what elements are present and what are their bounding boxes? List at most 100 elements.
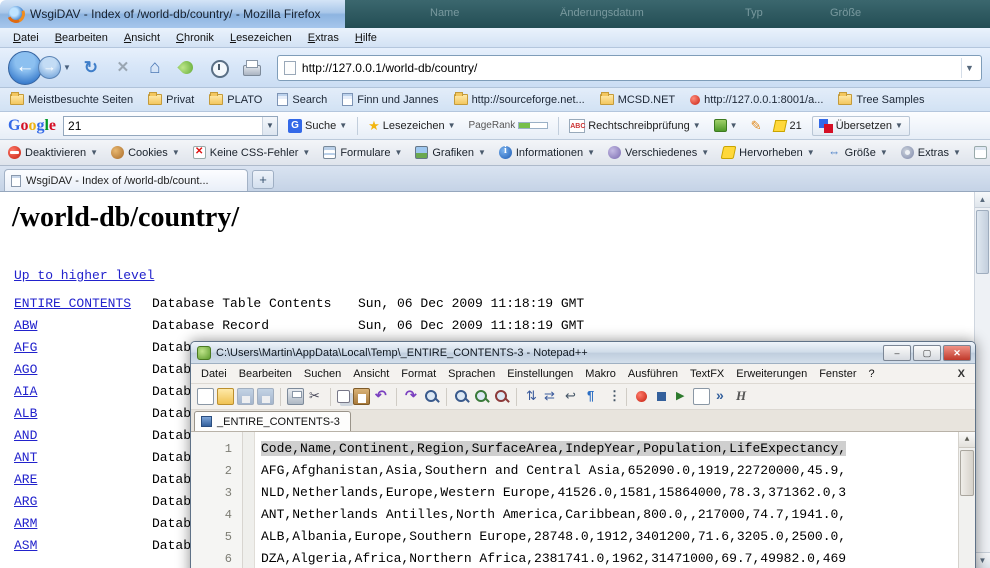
sync-v-icon[interactable]: [523, 388, 540, 405]
record-macro-icon[interactable]: [633, 388, 650, 405]
edit-button[interactable]: ✎: [748, 116, 765, 136]
npp-menu-einstellungen[interactable]: Einstellungen: [501, 366, 579, 382]
npp-menu-help[interactable]: ?: [862, 366, 880, 382]
menu-datei[interactable]: Datei: [6, 30, 46, 46]
editor-text-area[interactable]: Code,Name,Continent,Region,SurfaceArea,I…: [255, 432, 975, 568]
entry-link[interactable]: AGO: [14, 362, 37, 377]
bookmark-finn-und-jannes[interactable]: Finn und Jannes: [342, 93, 438, 106]
location-bar[interactable]: ▼: [277, 55, 982, 81]
redo-icon[interactable]: [403, 388, 420, 405]
tab-wsgidav[interactable]: WsgiDAV - Index of /world-db/count...: [4, 169, 248, 191]
zoom-out-icon[interactable]: [493, 388, 510, 405]
npp-menu-bearbeiten[interactable]: Bearbeiten: [233, 366, 298, 382]
npp-menu-textfx[interactable]: TextFX: [684, 366, 730, 382]
entry-link[interactable]: AIA: [14, 384, 37, 399]
entry-link[interactable]: ARG: [14, 494, 37, 509]
close-button[interactable]: ✕: [943, 345, 971, 361]
bookmark-search[interactable]: Search: [277, 93, 327, 106]
google-search-button[interactable]: GSuche▼: [285, 117, 350, 135]
browser-scrollbar[interactable]: ▲ ▼: [974, 192, 990, 568]
webdev-informationen[interactable]: Informationen▼: [499, 146, 595, 159]
play-macro-icon[interactable]: [673, 388, 690, 405]
stop-icon[interactable]: ✕: [112, 57, 134, 79]
open-folder-icon[interactable]: [217, 388, 234, 405]
menu-extras[interactable]: Extras: [301, 30, 346, 46]
npp-menu-fenster[interactable]: Fenster: [813, 366, 862, 382]
menu-lesezeichen[interactable]: Lesezeichen: [223, 30, 299, 46]
new-file-icon[interactable]: [197, 388, 214, 405]
webdev-quelltext[interactable]: Quelltext: [974, 146, 990, 159]
npp-menu-datei[interactable]: Datei: [195, 366, 233, 382]
entry-link[interactable]: ABW: [14, 318, 37, 333]
npp-menu-suchen[interactable]: Suchen: [298, 366, 347, 382]
copy-icon[interactable]: [337, 390, 350, 403]
paste-icon[interactable]: [353, 388, 370, 405]
google-bookmarks-button[interactable]: ★Lesezeichen▼: [365, 116, 458, 136]
bookmark-mcsd[interactable]: MCSD.NET: [600, 94, 675, 106]
npp-menu-ansicht[interactable]: Ansicht: [347, 366, 395, 382]
maximize-button[interactable]: ▢: [913, 345, 941, 361]
webdev-css-fehler[interactable]: Keine CSS-Fehler▼: [193, 146, 311, 159]
word-wrap-icon[interactable]: [563, 388, 580, 405]
sync-h-icon[interactable]: [543, 388, 560, 405]
npp-menu-makro[interactable]: Makro: [579, 366, 622, 382]
stop-macro-icon[interactable]: [653, 388, 670, 405]
entry-link[interactable]: ENTIRE CONTENTS: [14, 296, 131, 311]
pagerank-widget[interactable]: PageRank: [466, 118, 552, 133]
scroll-up-icon[interactable]: ▲: [975, 192, 990, 208]
entry-link[interactable]: ALB: [14, 406, 37, 421]
find-replace-icon[interactable]: [453, 388, 470, 405]
google-search-input[interactable]: [64, 119, 262, 133]
undo-icon[interactable]: [373, 388, 390, 405]
find-icon[interactable]: [423, 388, 440, 405]
webdev-cookies[interactable]: Cookies▼: [111, 146, 180, 159]
npp-menu-sprachen[interactable]: Sprachen: [442, 366, 501, 382]
autofill-button[interactable]: ▼: [711, 117, 741, 134]
green-addon-icon[interactable]: [176, 57, 198, 79]
run-multiple-icon[interactable]: [713, 388, 730, 405]
entry-link[interactable]: AND: [14, 428, 37, 443]
webdev-grafiken[interactable]: Grafiken▼: [415, 146, 486, 159]
save-macro-icon[interactable]: [693, 388, 710, 405]
webdev-verschiedenes[interactable]: Verschiedenes▼: [608, 146, 709, 159]
zoom-in-icon[interactable]: [473, 388, 490, 405]
menu-ansicht[interactable]: Ansicht: [117, 30, 167, 46]
entry-link[interactable]: ARM: [14, 516, 37, 531]
new-tab-button[interactable]: +: [252, 170, 274, 189]
document-tab[interactable]: _ENTIRE_CONTENTS-3: [194, 411, 351, 431]
back-button[interactable]: [8, 51, 42, 85]
firefox-titlebar[interactable]: WsgiDAV - Index of /world-db/country/ - …: [0, 0, 345, 28]
translate-button[interactable]: Übersetzen▼: [812, 116, 910, 136]
menu-bearbeiten[interactable]: Bearbeiten: [48, 30, 115, 46]
editor-scrollbar[interactable]: ▲: [958, 432, 975, 568]
webdev-deaktivieren[interactable]: Deaktivieren▼: [8, 146, 98, 159]
cut-icon[interactable]: [307, 388, 324, 405]
npp-menu-ausfuehren[interactable]: Ausführen: [622, 366, 684, 382]
notepad-editor[interactable]: 1 2 3 4 5 6 Code,Name,Continent,Region,S…: [191, 432, 975, 568]
bookmark-sourceforge[interactable]: http://sourceforge.net...: [454, 94, 585, 106]
find-term-button[interactable]: 21: [771, 118, 804, 134]
print-icon[interactable]: [240, 57, 262, 79]
history-dropdown-icon[interactable]: ▼: [63, 63, 71, 72]
show-all-chars-icon[interactable]: [583, 388, 600, 405]
url-input[interactable]: [302, 61, 961, 75]
scroll-up-icon[interactable]: ▲: [959, 432, 975, 448]
forward-button[interactable]: [38, 56, 61, 79]
scroll-down-icon[interactable]: ▼: [975, 552, 990, 568]
bookmark-tree-samples[interactable]: Tree Samples: [838, 94, 924, 106]
scrollbar-thumb[interactable]: [960, 450, 974, 496]
bookmark-plato[interactable]: PLATO: [209, 94, 262, 106]
menu-hilfe[interactable]: Hilfe: [348, 30, 384, 46]
bookmark-privat[interactable]: Privat: [148, 94, 194, 106]
webdev-formulare[interactable]: Formulare▼: [323, 146, 402, 159]
url-dropdown-icon[interactable]: ▼: [961, 58, 977, 78]
search-dropdown-icon[interactable]: ▼: [262, 117, 277, 135]
save-all-icon[interactable]: [257, 388, 274, 405]
html-preview-icon[interactable]: [733, 388, 750, 405]
notepad-titlebar[interactable]: C:\Users\Martin\AppData\Local\Temp\_ENTI…: [191, 342, 975, 364]
webdev-hervorheben[interactable]: Hervorheben▼: [722, 146, 815, 159]
up-to-higher-level-link[interactable]: Up to higher level: [14, 268, 154, 283]
notepad-window[interactable]: C:\Users\Martin\AppData\Local\Temp\_ENTI…: [190, 341, 976, 568]
minimize-button[interactable]: –: [883, 345, 911, 361]
google-search-box[interactable]: ▼: [63, 116, 278, 136]
